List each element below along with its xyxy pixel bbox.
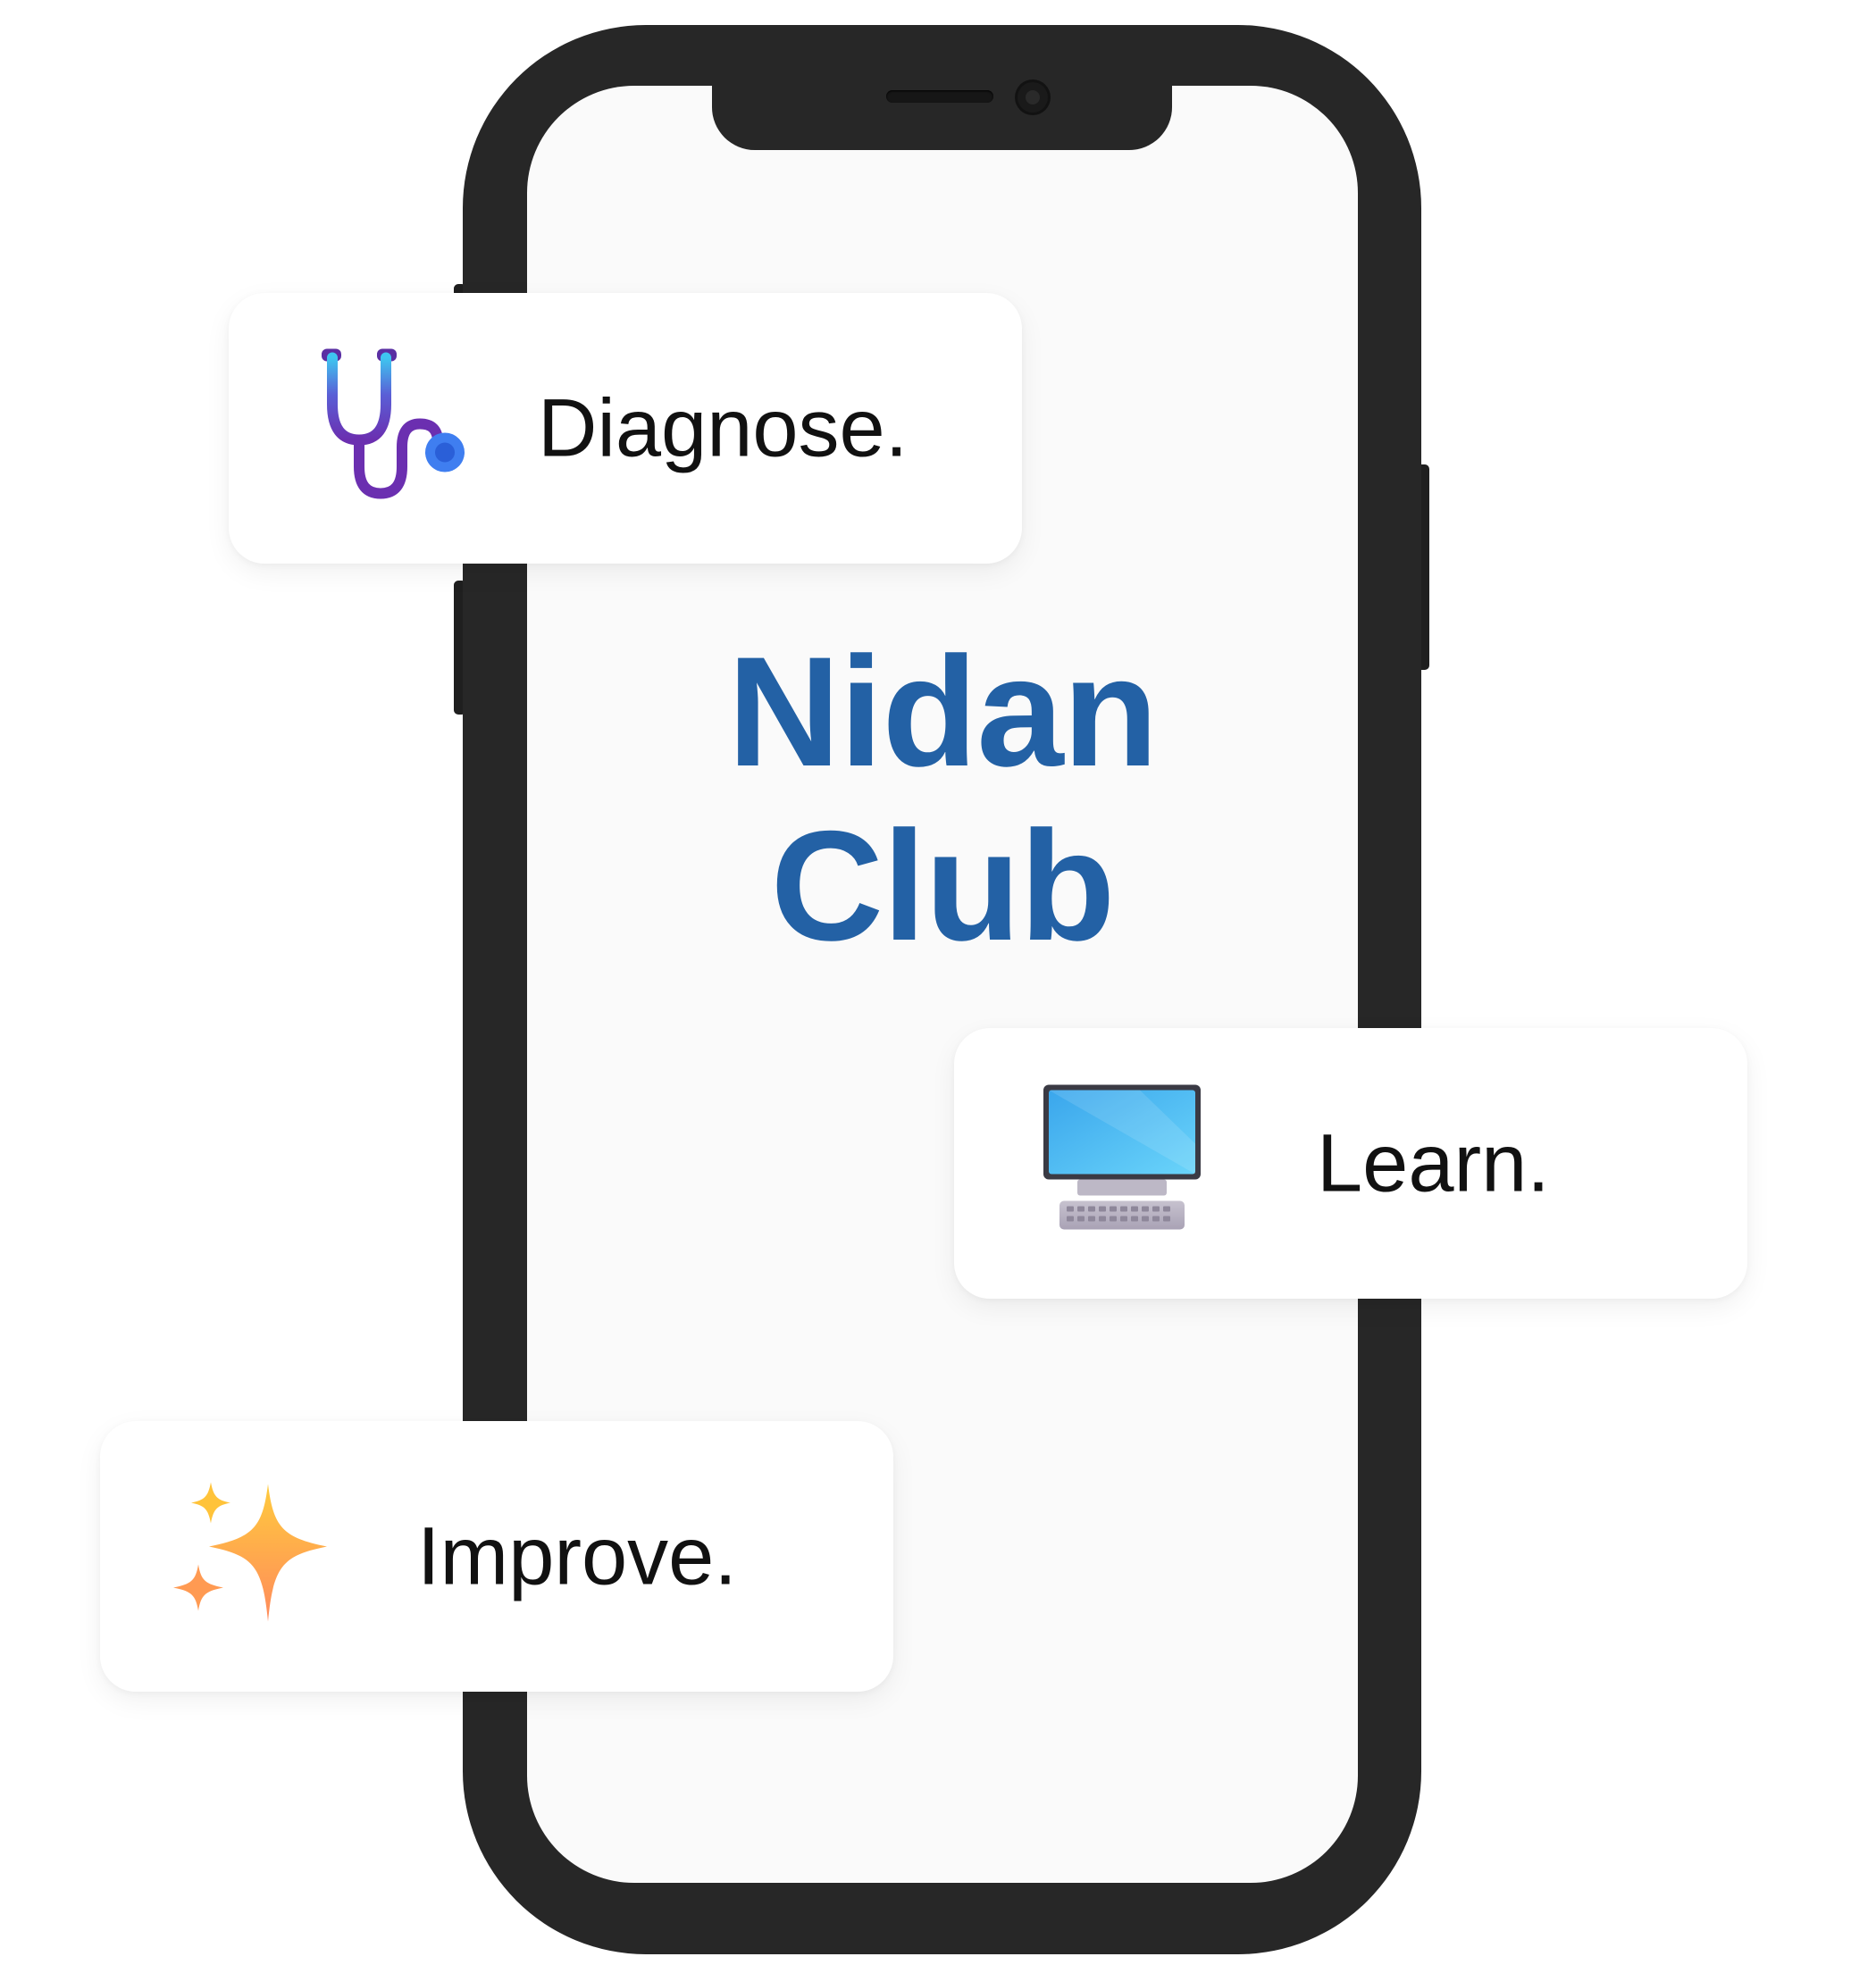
feature-card-diagnose: Diagnose. — [229, 293, 1022, 564]
phone-notch — [712, 71, 1172, 150]
card-label-improve: Improve. — [417, 1510, 737, 1601]
feature-card-improve: Improve. — [100, 1421, 893, 1692]
speaker-grille — [886, 90, 993, 103]
front-camera-icon — [1018, 82, 1048, 113]
sparkles-icon — [172, 1478, 332, 1635]
desktop-computer-icon — [1042, 1081, 1202, 1246]
brand-title-line2: Club — [770, 799, 1116, 974]
stethoscope-icon — [311, 341, 481, 515]
card-label-learn: Learn. — [1317, 1117, 1550, 1208]
card-label-diagnose: Diagnose. — [538, 382, 909, 473]
brand-title: Nidan Club — [527, 625, 1358, 974]
brand-title-line1: Nidan — [727, 625, 1158, 799]
feature-card-learn: Learn. — [954, 1028, 1747, 1299]
